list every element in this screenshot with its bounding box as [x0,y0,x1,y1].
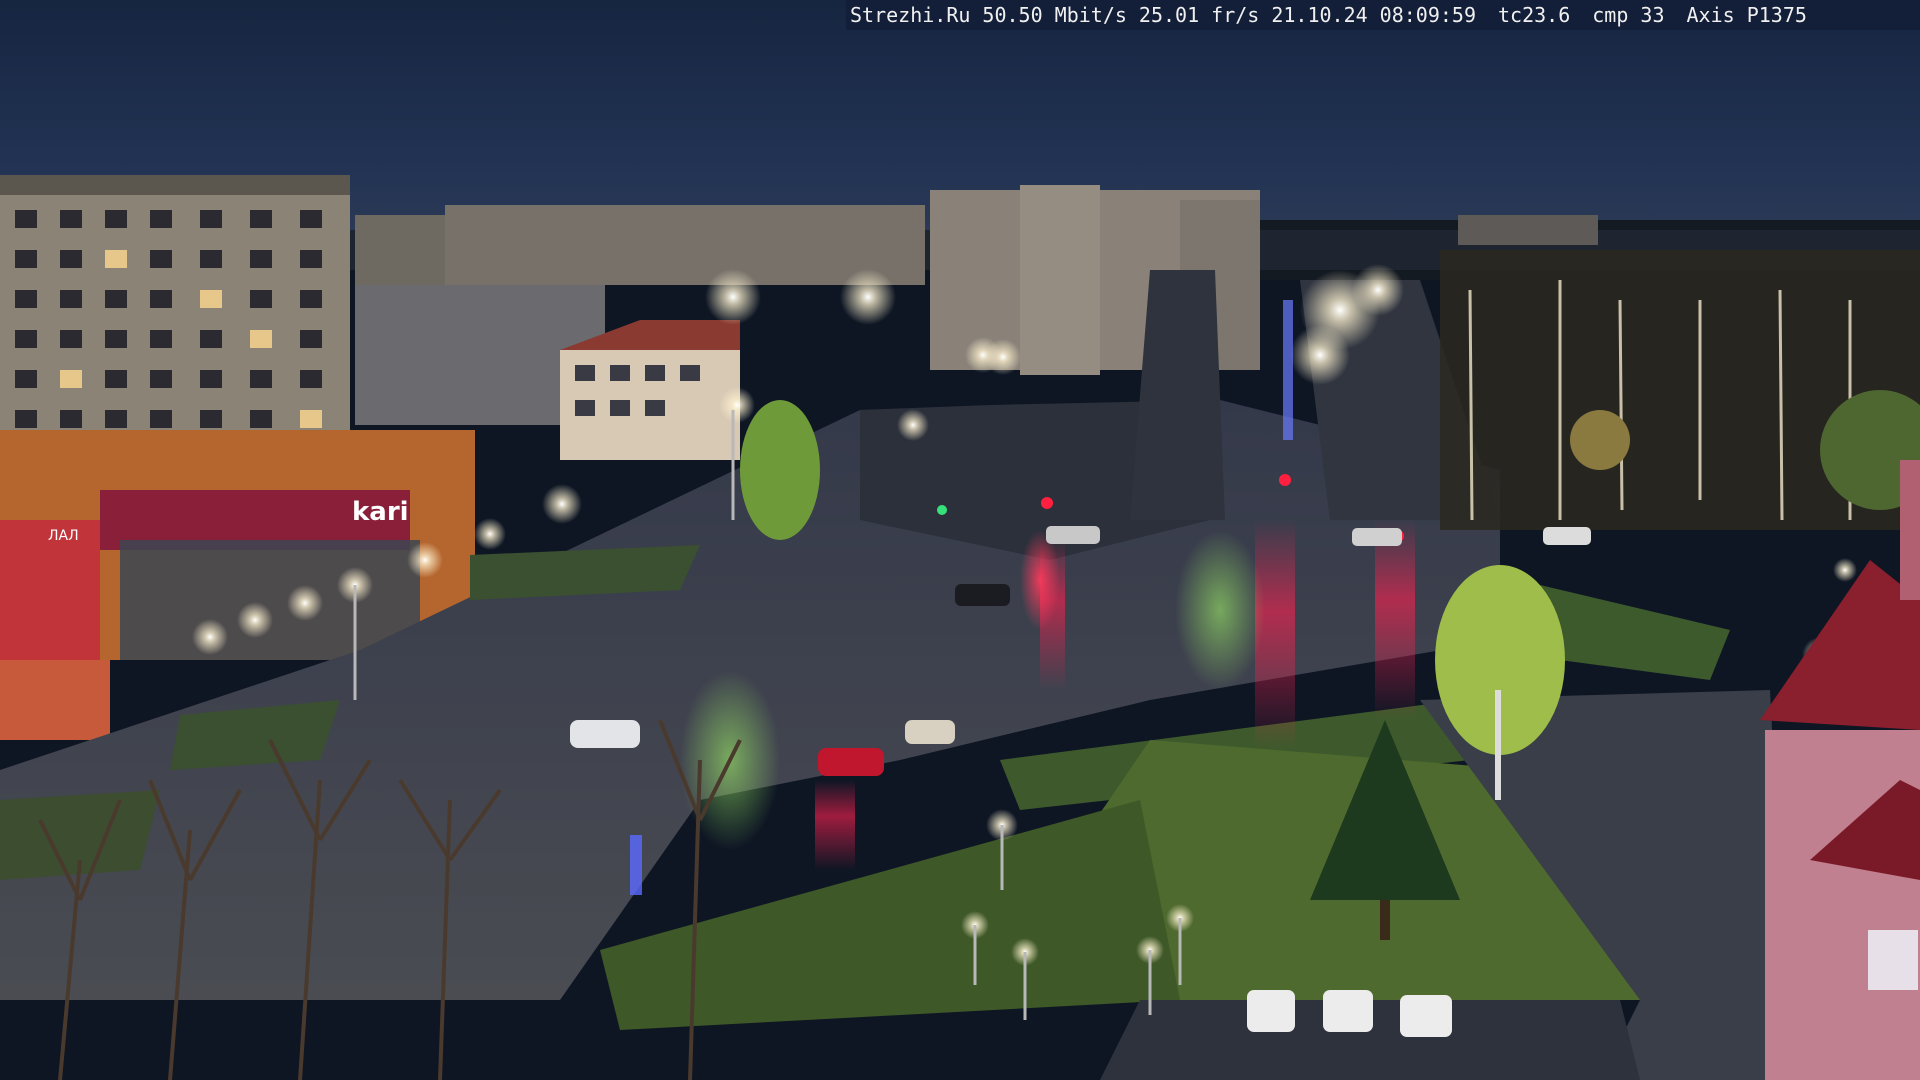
overlay-bitrate: 50.50 Mbit/s [982,3,1127,27]
overlay-date: 21.10.24 [1271,3,1368,27]
store-sign-kari: kari [352,497,409,527]
overlay-tc: tc23.6 [1498,3,1571,27]
overlay-framerate: 25.01 fr/s [1138,3,1260,27]
store-sign-small: ЛАЛ [48,528,79,544]
overlay-camera-model: Axis P1375 [1686,3,1807,27]
overlay-cmp: cmp 33 [1592,3,1665,27]
red-roof-building [560,320,740,460]
overlay-site: Strezhi.Ru [850,3,971,27]
birch-grove-right [1440,250,1920,530]
camera-info-overlay: Strezhi.Ru 50.50 Mbit/s 25.01 fr/s 21.10… [846,0,1920,30]
webcam-frame: kari ЛАЛ [0,0,1920,1080]
pink-building-right [1760,460,1920,1080]
tree-green-mid [740,400,820,540]
overlay-time: 08:09:59 [1379,3,1476,27]
festive-lights [1283,300,1293,440]
street-scene-image: kari ЛАЛ [0,0,1920,1080]
